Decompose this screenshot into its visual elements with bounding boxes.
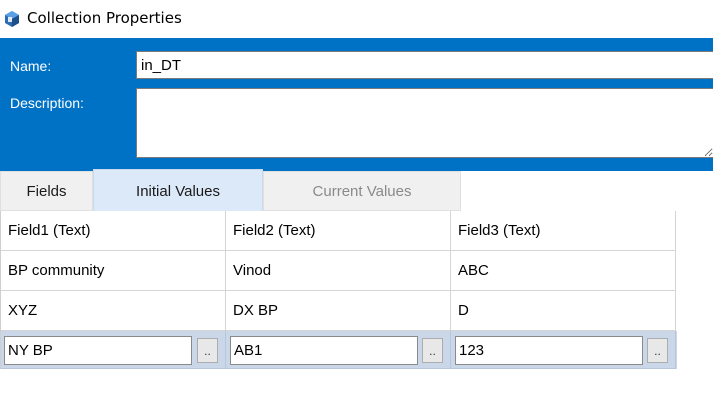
table-row[interactable]: XYZ DX BP D — [1, 291, 677, 331]
field2-input[interactable] — [230, 336, 418, 365]
field2-ellipsis-button[interactable]: .. — [422, 338, 443, 363]
grid-header-row: Field1 (Text) Field2 (Text) Field3 (Text… — [1, 211, 677, 251]
window-title: Collection Properties — [27, 9, 182, 27]
edit-cell-field3: .. — [451, 331, 676, 369]
field1-input[interactable] — [4, 336, 192, 365]
grid-cell[interactable]: ABC — [451, 251, 676, 291]
grid-cell[interactable]: DX BP — [226, 291, 451, 331]
column-header-field3[interactable]: Field3 (Text) — [451, 211, 676, 251]
field3-ellipsis-button[interactable]: .. — [647, 338, 668, 363]
grid-cell[interactable]: BP community — [1, 251, 226, 291]
tab-strip: Fields Initial Values Current Values — [0, 169, 713, 213]
column-header-field2[interactable]: Field2 (Text) — [226, 211, 451, 251]
field3-input[interactable] — [455, 336, 643, 365]
blueprism-cube-icon — [5, 11, 19, 27]
tab-fields[interactable]: Fields — [0, 171, 93, 211]
table-row[interactable]: BP community Vinod ABC — [1, 251, 677, 291]
grid-cell[interactable]: XYZ — [1, 291, 226, 331]
name-field[interactable] — [136, 51, 713, 79]
tab-current-values[interactable]: Current Values — [263, 171, 461, 211]
grid-cell[interactable]: Vinod — [226, 251, 451, 291]
name-label: Name: — [10, 58, 52, 74]
description-label: Description: — [10, 95, 84, 111]
tab-initial-values[interactable]: Initial Values — [93, 169, 263, 213]
edit-cell-field2: .. — [226, 331, 451, 369]
values-grid: Field1 (Text) Field2 (Text) Field3 (Text… — [0, 211, 677, 369]
edit-cell-field1: .. — [1, 331, 226, 369]
field1-ellipsis-button[interactable]: .. — [197, 338, 218, 363]
title-bar: Collection Properties — [0, 0, 713, 38]
column-header-field1[interactable]: Field1 (Text) — [1, 211, 226, 251]
properties-header: Name: Description: — [0, 38, 713, 171]
edit-row[interactable]: .. .. .. — [1, 331, 677, 369]
description-field[interactable] — [136, 88, 713, 158]
grid-cell[interactable]: D — [451, 291, 676, 331]
